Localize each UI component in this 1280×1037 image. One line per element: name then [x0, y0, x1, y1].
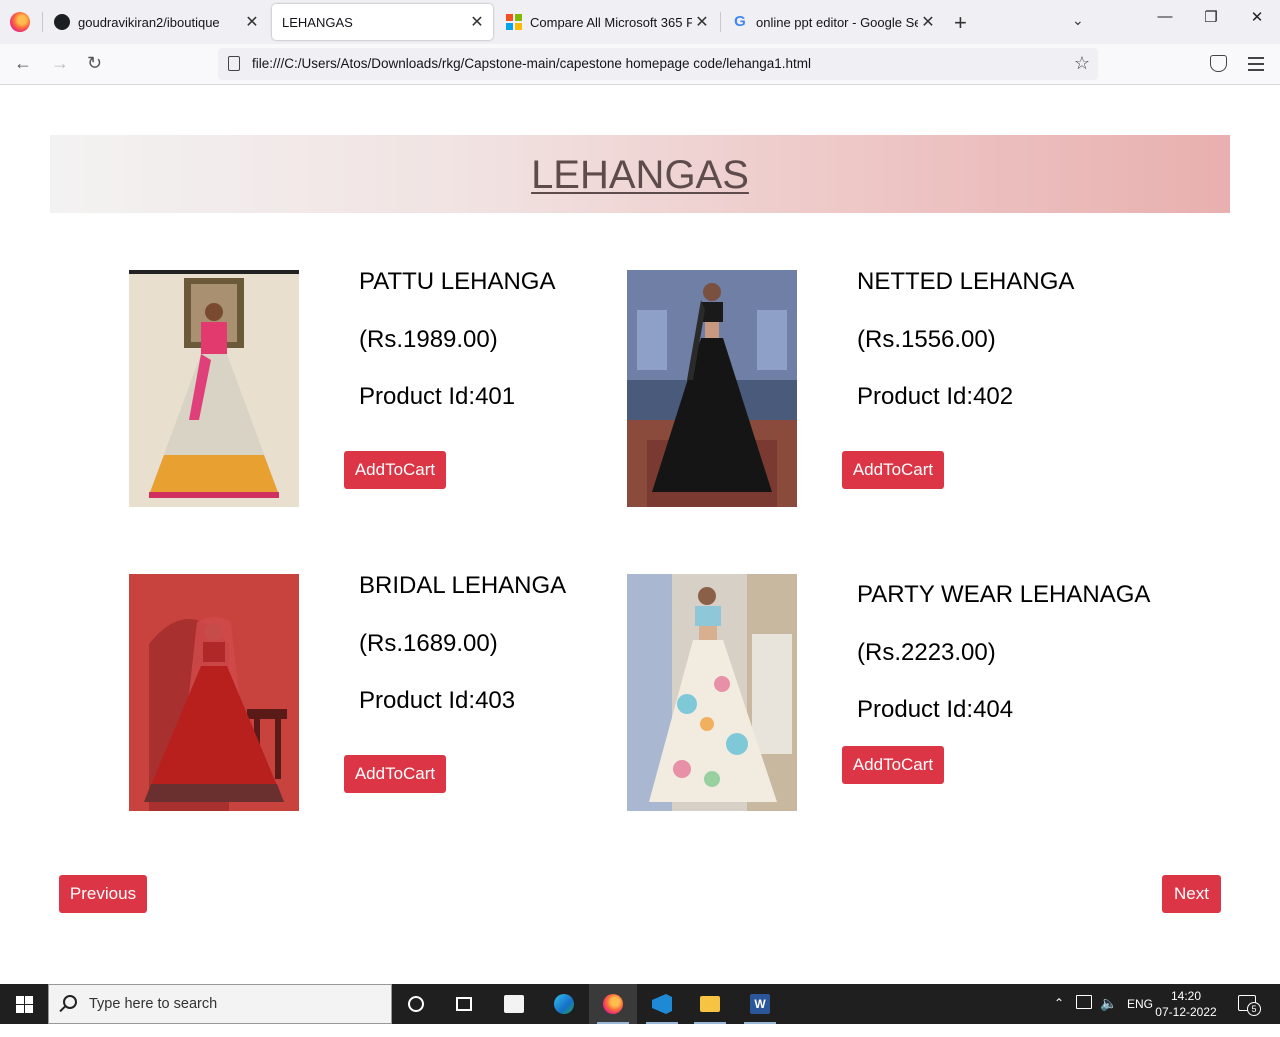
product-name: BRIDAL LEHANGA	[359, 572, 567, 599]
product-id: Product Id:401	[359, 383, 516, 410]
product-name: NETTED LEHANGA	[857, 268, 1075, 295]
tab-label: Compare All Microsoft 365 Plan	[530, 14, 692, 30]
search-icon	[63, 995, 77, 1009]
list-all-tabs-chevron-icon[interactable]: ⌄	[1072, 12, 1084, 29]
firefox-taskbar-icon[interactable]	[589, 984, 637, 1024]
product-price: (Rs.2223.00)	[857, 639, 996, 666]
tab-label: goudravikiran2/iboutique	[78, 14, 220, 30]
pattu-lehanga-image	[129, 270, 299, 507]
tab-separator	[42, 12, 43, 32]
tab-label: online ppt editor - Google Searc	[756, 14, 918, 30]
search-placeholder: Type here to search	[89, 996, 218, 1012]
back-arrow-icon[interactable]: ←	[14, 53, 32, 74]
product-price: (Rs.1689.00)	[359, 630, 498, 657]
bookmark-star-icon[interactable]: ☆	[1074, 53, 1090, 74]
netted-lehanga-image	[627, 270, 797, 507]
microsoft-icon	[506, 14, 522, 30]
windows-taskbar: Type here to search W ⌃ 🔈 ENG 14:20 07-1…	[0, 984, 1280, 1024]
bridal-lehanga-image	[129, 574, 299, 811]
tab-github[interactable]: goudravikiran2/iboutique ✕	[44, 4, 268, 40]
product-id: Product Id:402	[857, 383, 1014, 410]
notification-count-badge: 5	[1247, 1002, 1261, 1016]
show-hidden-icons-icon[interactable]: ⌃	[1054, 996, 1064, 1036]
language-indicator[interactable]: ENG	[1127, 997, 1153, 1037]
menu-icon[interactable]	[1248, 57, 1264, 75]
window-close-icon[interactable]: ✕	[1234, 8, 1280, 26]
vscode-icon[interactable]	[638, 984, 686, 1024]
product-id: Product Id:403	[359, 687, 516, 714]
tab-lehangas[interactable]: LEHANGAS ✕	[272, 4, 493, 40]
minimize-icon[interactable]: —	[1142, 8, 1188, 25]
next-button[interactable]: Next	[1162, 875, 1221, 913]
tab-label: LEHANGAS	[282, 14, 353, 30]
restore-icon[interactable]: ❐	[1188, 8, 1234, 26]
page-banner: LEHANGAS	[50, 135, 1230, 213]
reload-icon[interactable]: ↻	[87, 53, 102, 74]
product-name: PATTU LEHANGA	[359, 268, 556, 295]
clock-time: 14:20	[1170, 989, 1202, 1003]
tab-google[interactable]: G online ppt editor - Google Searc ✕	[722, 4, 944, 40]
file-explorer-icon[interactable]	[686, 984, 734, 1024]
edge-icon[interactable]	[540, 984, 588, 1024]
system-clock[interactable]: 14:20 07-12-2022	[1152, 988, 1220, 1020]
taskbar-search-box[interactable]: Type here to search	[48, 984, 392, 1024]
tab-microsoft[interactable]: Compare All Microsoft 365 Plan ✕	[496, 4, 718, 40]
cortana-icon[interactable]	[392, 984, 440, 1024]
add-to-cart-button[interactable]: AddToCart	[842, 451, 944, 489]
page-title: LEHANGAS	[531, 153, 749, 197]
microsoft-store-icon[interactable]	[490, 984, 538, 1024]
forward-arrow-icon[interactable]: →	[51, 53, 69, 74]
page-icon	[228, 56, 240, 71]
pocket-icon[interactable]	[1210, 55, 1227, 72]
product-price: (Rs.1556.00)	[857, 326, 996, 353]
add-to-cart-button[interactable]: AddToCart	[842, 746, 944, 784]
browser-tab-bar: goudravikiran2/iboutique ✕ LEHANGAS ✕ Co…	[0, 0, 1280, 44]
tab-separator	[720, 12, 721, 32]
close-icon[interactable]: ✕	[918, 12, 938, 32]
word-icon[interactable]: W	[736, 984, 784, 1024]
navigation-toolbar: ← → ↻ file:///C:/Users/Atos/Downloads/rk…	[0, 44, 1280, 85]
network-icon[interactable]	[1076, 995, 1092, 1009]
close-icon[interactable]: ✕	[467, 12, 487, 32]
url-text[interactable]: file:///C:/Users/Atos/Downloads/rkg/Caps…	[252, 56, 811, 71]
close-icon[interactable]: ✕	[242, 12, 262, 32]
windows-start-icon[interactable]	[16, 996, 33, 1013]
volume-muted-icon[interactable]: 🔈	[1100, 995, 1117, 1035]
address-bar[interactable]: file:///C:/Users/Atos/Downloads/rkg/Caps…	[218, 48, 1098, 80]
github-icon	[54, 14, 70, 30]
add-to-cart-button[interactable]: AddToCart	[344, 451, 446, 489]
clock-date: 07-12-2022	[1155, 1005, 1217, 1019]
product-id: Product Id:404	[857, 696, 1014, 723]
new-tab-button[interactable]: +	[954, 10, 967, 36]
google-icon: G	[734, 13, 746, 30]
add-to-cart-button[interactable]: AddToCart	[344, 755, 446, 793]
party-wear-lehanga-image	[627, 574, 797, 811]
task-view-icon[interactable]	[440, 984, 488, 1024]
previous-button[interactable]: Previous	[59, 875, 147, 913]
firefox-icon[interactable]	[10, 12, 30, 32]
close-icon[interactable]: ✕	[692, 12, 712, 32]
product-price: (Rs.1989.00)	[359, 326, 498, 353]
product-name: PARTY WEAR LEHANAGA	[857, 581, 1151, 608]
